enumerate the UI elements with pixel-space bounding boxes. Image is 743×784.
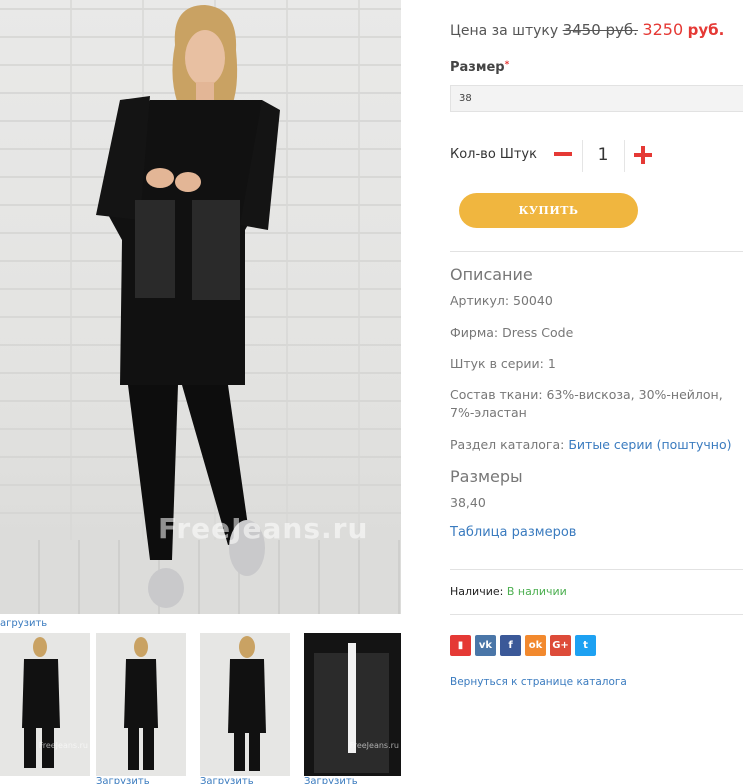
sizes-title: Размеры	[450, 467, 523, 486]
main-product-photo[interactable]: FreeJeans.ru	[0, 0, 401, 614]
availability-status: В наличии	[506, 585, 567, 598]
load-thumb-4-link[interactable]: Загрузить	[304, 776, 358, 784]
divider	[450, 614, 743, 615]
quantity-label: Кол-во Штук	[450, 147, 537, 162]
google-plus-icon[interactable]: G+	[550, 635, 571, 656]
thumbnail-1[interactable]: FreeJeans.ru	[0, 633, 90, 776]
thumb-leather-detail	[314, 643, 389, 773]
buy-button[interactable]: КУПИТЬ	[459, 193, 638, 228]
catalog-section-link[interactable]: Битые серии (поштучно)	[568, 437, 731, 452]
thumbnail-2[interactable]	[96, 633, 186, 776]
quantity-divider	[582, 140, 583, 172]
availability: Наличие: В наличии	[450, 585, 567, 598]
quantity-plus-button[interactable]	[634, 146, 652, 164]
divider	[450, 251, 743, 252]
brand-info: Фирма: Dress Code	[450, 325, 574, 340]
quantity-divider	[624, 140, 625, 172]
load-main-photo-link[interactable]: агрузить	[0, 618, 47, 629]
facebook-icon[interactable]: f	[500, 635, 521, 656]
quantity-minus-button[interactable]	[554, 152, 572, 156]
back-to-catalog-link[interactable]: Вернуться к странице каталога	[450, 676, 627, 688]
required-mark: *	[504, 60, 510, 70]
thumbnail-3[interactable]	[200, 633, 290, 776]
catalog-section-label: Раздел каталога:	[450, 437, 565, 452]
sizes-values: 38,40	[450, 495, 486, 510]
size-label: Размер*	[450, 60, 509, 75]
price-row: Цена за штуку 3450 руб. 3250 руб.	[450, 20, 724, 39]
price-currency: руб.	[687, 21, 725, 39]
vk-icon[interactable]: vk	[475, 635, 496, 656]
thumbnail-4[interactable]: FreeJeans.ru	[304, 633, 401, 776]
divider	[450, 569, 743, 570]
price-label: Цена за штуку	[450, 23, 559, 39]
load-thumb-2-link[interactable]: Загрузить	[96, 776, 150, 784]
pieces-info: Штук в серии: 1	[450, 356, 556, 371]
description-title: Описание	[450, 265, 533, 284]
size-select[interactable]: 38	[450, 85, 743, 112]
twitter-icon[interactable]: t	[575, 635, 596, 656]
load-thumb-3-link[interactable]: Загрузить	[200, 776, 254, 784]
thumb-model-figure	[228, 636, 266, 771]
article-info: Артикул: 50040	[450, 293, 553, 308]
bookmark-icon[interactable]: ▮	[450, 635, 471, 656]
size-label-text: Размер	[450, 60, 505, 75]
price-new: 3250	[642, 20, 684, 39]
availability-label: Наличие:	[450, 585, 504, 598]
catalog-section-info: Раздел каталога: Битые серии (поштучно)	[450, 436, 743, 454]
quantity-value[interactable]: 1	[592, 145, 614, 165]
thumb-watermark: FreeJeans.ru	[349, 741, 399, 750]
odnoklassniki-icon[interactable]: ok	[525, 635, 546, 656]
thumb-model-figure	[124, 637, 158, 770]
composition-info: Состав ткани: 63%-вискоза, 30%-нейлон, 7…	[450, 387, 723, 420]
thumb-model-figure	[22, 637, 60, 768]
thumb-watermark: FreeJeans.ru	[38, 741, 88, 750]
size-table-link[interactable]: Таблица размеров	[450, 525, 576, 540]
photo-watermark: FreeJeans.ru	[158, 512, 369, 545]
price-old: 3450 руб.	[562, 21, 638, 39]
